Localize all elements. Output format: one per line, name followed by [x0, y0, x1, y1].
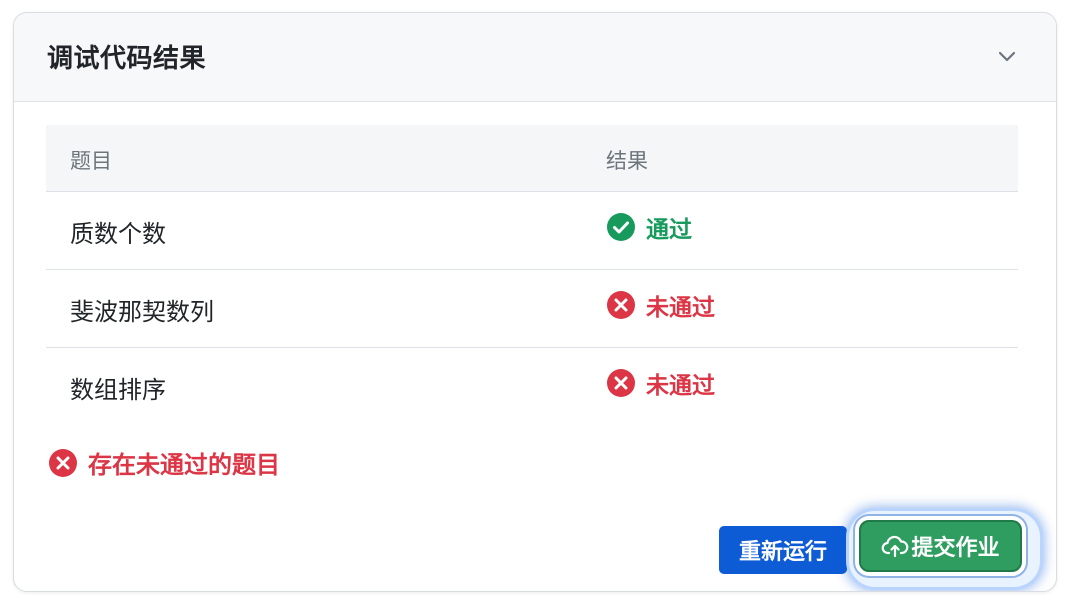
- problem-name: 数组排序: [70, 376, 166, 404]
- table-row: 质数个数 通过: [46, 192, 1018, 270]
- status-fail: 未通过: [646, 295, 715, 321]
- warning-text: 存在未通过的题目: [88, 451, 280, 479]
- results-table: 题目 结果 质数个数 通过 斐波那契数列 未通过 数组排序 未通过: [46, 125, 1018, 425]
- result-cell: 未通过: [606, 366, 715, 400]
- status-fail: 未通过: [646, 373, 715, 399]
- rerun-button[interactable]: 重新运行: [719, 526, 847, 574]
- x-circle-icon: [48, 448, 78, 478]
- x-circle-icon: [606, 368, 636, 398]
- debug-results-panel: 调试代码结果 题目 结果 质数个数 通过 斐波那契数列 未通过 数组排序 未通过…: [13, 12, 1057, 592]
- result-cell: 通过: [606, 210, 692, 244]
- table-header: 题目 结果: [46, 125, 1018, 192]
- panel-title: 调试代码结果: [47, 44, 207, 74]
- cloud-upload-icon: [881, 532, 909, 560]
- table-row: 数组排序 未通过: [46, 348, 1018, 425]
- chevron-down-icon[interactable]: [994, 43, 1020, 69]
- result-cell: 未通过: [606, 288, 715, 322]
- submit-button-focus-ring: 提交作业: [849, 511, 1040, 587]
- table-row: 斐波那契数列 未通过: [46, 270, 1018, 348]
- x-circle-icon: [606, 290, 636, 320]
- problem-name: 斐波那契数列: [70, 298, 214, 326]
- failure-warning: 存在未通过的题目: [48, 445, 280, 480]
- column-header-result: 结果: [606, 149, 648, 173]
- submit-button-label: 提交作业: [911, 536, 1000, 561]
- submit-homework-button[interactable]: 提交作业: [859, 520, 1022, 572]
- check-circle-icon: [606, 212, 636, 242]
- status-pass: 通过: [646, 217, 692, 243]
- panel-header[interactable]: 调试代码结果: [14, 13, 1056, 102]
- problem-name: 质数个数: [70, 220, 166, 248]
- column-header-problem: 题目: [70, 149, 112, 173]
